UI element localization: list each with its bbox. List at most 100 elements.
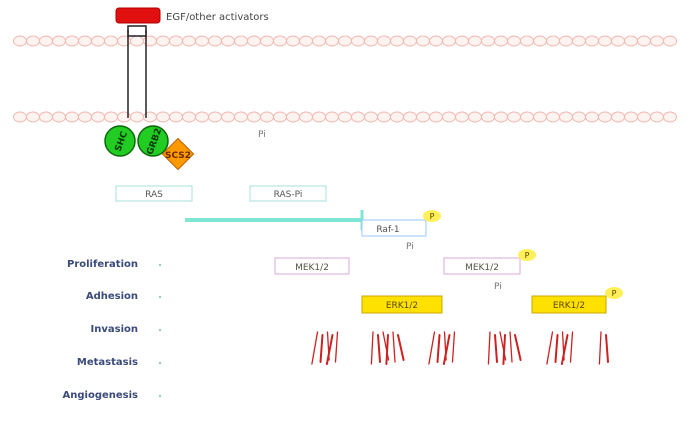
membrane-bead [364,35,378,47]
dna-strands [311,331,609,365]
membrane-bead [442,111,456,123]
dna-strand [487,331,491,365]
membrane-bead [403,111,417,123]
membrane-bead [130,111,144,123]
mek-label: MEK1/2 [295,263,329,273]
outcome-proliferation: Proliferation [67,259,138,270]
membrane-bead [572,35,586,47]
outcome-bullet [158,361,162,365]
dna-strand [502,334,506,365]
membrane-bead [286,111,300,123]
membrane-bead [312,111,326,123]
membrane-bead [559,35,573,47]
mek-pi-label: Pi [494,282,502,292]
outcome-metastasis: Metastasis [76,357,138,368]
membrane-bead [611,35,625,47]
membrane-bead [364,111,378,123]
membrane-bead [598,35,612,47]
membrane-bead [520,35,534,47]
membrane-bead [221,35,235,47]
membrane-bead [52,111,66,123]
outcome-invasion: Invasion [90,324,138,335]
dna-strand [554,334,559,363]
outcome-bullets [158,263,162,398]
membrane-bead [520,111,534,123]
dna-strand [569,331,574,363]
membrane-bead [91,111,105,123]
membrane-bead [416,111,430,123]
membrane-bead [598,111,612,123]
egf-ligand [115,7,161,24]
membrane-bead [494,35,508,47]
membrane-bead [234,35,248,47]
membrane-bead [65,111,79,123]
membrane-bead [182,111,196,123]
membrane-bead [624,111,638,123]
membrane-bead [377,111,391,123]
membrane-bead [390,111,404,123]
membrane-bead [169,111,183,123]
membrane-bead [585,35,599,47]
membrane-bead [325,35,339,47]
dna-strand [494,334,498,363]
membrane-bead [351,111,365,123]
membrane-bead [403,35,417,47]
membrane-bead [637,35,651,47]
membrane-bead [416,35,430,47]
membrane-bead [663,111,677,123]
ligand-label: EGF/other activators [166,12,269,23]
dna-strand [451,331,456,363]
membrane-bead [156,111,170,123]
membrane-bead [13,111,27,123]
membrane-bead [247,35,261,47]
membrane-bead [663,35,677,47]
dna-strand [598,331,602,365]
membrane-bead [442,35,456,47]
membrane-bead [507,35,521,47]
membrane-bead [481,111,495,123]
mek-p-label: P [525,251,530,260]
outcome-adhesion: Adhesion [85,291,138,302]
membrane-bead [208,35,222,47]
membrane-bead [481,35,495,47]
dna-strand [397,334,405,361]
outcome-bullet [158,394,162,398]
membrane-bead [468,35,482,47]
outcome-bullet [158,295,162,299]
dna-strand [605,334,609,363]
erk-label: ERK1/2 [386,301,418,311]
cell-membrane [13,35,677,123]
membrane-bead [325,111,339,123]
membrane-bead [208,111,222,123]
outcome-bullet [158,263,162,267]
membrane-bead [104,35,118,47]
membrane-bead [455,111,469,123]
membrane-bead [260,35,274,47]
membrane-bead [312,35,326,47]
membrane-bead [559,111,573,123]
erk-p-box-label: ERK1/2 [553,301,585,311]
membrane-bead [234,111,248,123]
membrane-bead [338,111,352,123]
membrane-bead [26,35,40,47]
outcome-bullet [158,328,162,332]
membrane-bead [351,35,365,47]
membrane-bead [377,35,391,47]
membrane-bead [286,35,300,47]
membrane-bead [169,35,183,47]
ras-pi-label: RAS-Pi [274,190,303,200]
dna-strand [385,334,389,365]
membrane-bead [546,35,560,47]
membrane-bead [65,35,79,47]
membrane-bead [299,35,313,47]
membrane-bead [221,111,235,123]
membrane-bead [468,111,482,123]
raf-pi-label: Pi [406,242,414,252]
membrane-bead [247,111,261,123]
membrane-bead [533,111,547,123]
dna-strand [509,331,513,363]
dna-strand [546,331,554,365]
membrane-bead [611,111,625,123]
membrane-bead [650,35,664,47]
raf-label: Raf-1 [376,225,399,235]
